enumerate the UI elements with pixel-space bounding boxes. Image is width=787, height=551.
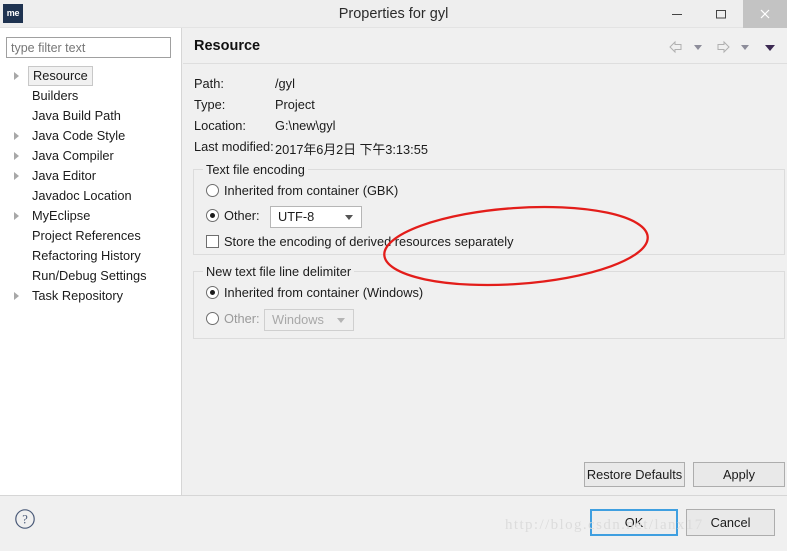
sidebar-item-java-compiler[interactable]: Java Compiler (0, 146, 182, 166)
text-file-encoding-group: Text file encoding Inherited from contai… (193, 162, 785, 255)
type-value: Project (275, 97, 315, 112)
expand-arrow-icon[interactable] (14, 132, 19, 140)
sidebar-item-java-build-path[interactable]: Java Build Path (0, 106, 182, 126)
encoding-combo[interactable]: UTF-8 (270, 206, 362, 228)
back-arrow-icon (669, 40, 682, 54)
text-file-encoding-group-title: Text file encoding (203, 162, 308, 177)
sidebar-item-label: MyEclipse (32, 208, 91, 223)
chevron-down-icon (345, 215, 353, 220)
checkbox-icon[interactable] (206, 235, 219, 248)
sidebar-item-label: Java Code Style (32, 128, 126, 143)
line-delimiter-group: New text file line delimiter Inherited f… (193, 264, 785, 339)
close-icon (760, 9, 770, 19)
type-label: Type: (194, 97, 226, 112)
delimiter-combo[interactable]: Windows (264, 309, 354, 331)
view-menu-icon (765, 45, 775, 51)
sidebar-item-label: Resource (28, 66, 93, 86)
restore-defaults-button[interactable]: Restore Defaults (584, 462, 685, 487)
back-button[interactable] (667, 39, 685, 60)
page-title: Resource (194, 38, 261, 54)
resource-page: Resource Path: /gyl Type: Project Locati… (183, 28, 787, 495)
forward-menu-button[interactable] (739, 39, 751, 60)
sidebar-item-myeclipse[interactable]: MyEclipse (0, 206, 182, 226)
forward-arrow-icon (717, 40, 730, 54)
minimize-icon (672, 14, 682, 15)
sidebar-item-project-references[interactable]: Project References (0, 226, 182, 246)
encoding-other-label: Other: (224, 208, 260, 223)
delimiter-combo-value: Windows (272, 312, 324, 327)
sidebar-item-refactoring-history[interactable]: Refactoring History (0, 246, 182, 266)
expand-arrow-icon[interactable] (14, 292, 19, 300)
sidebar-item-java-editor[interactable]: Java Editor (0, 166, 182, 186)
delimiter-inherited-label: Inherited from container (Windows) (224, 285, 424, 300)
sidebar-item-label: Javadoc Location (32, 188, 132, 203)
page-navigation (667, 39, 777, 59)
settings-tree-panel: Resource Builders Java Build Path Java C… (0, 28, 182, 495)
expand-arrow-icon[interactable] (14, 212, 19, 220)
ok-button[interactable]: OK (590, 509, 678, 536)
close-button[interactable] (743, 0, 787, 28)
sidebar-item-javadoc-location[interactable]: Javadoc Location (0, 186, 182, 206)
location-label: Location: (194, 118, 246, 133)
location-value: G:\new\gyl (275, 118, 336, 133)
expand-arrow-icon[interactable] (14, 152, 19, 160)
dialog-button-bar: ? OK Cancel (0, 496, 787, 551)
help-button[interactable]: ? (14, 508, 36, 530)
view-menu-button[interactable] (763, 39, 777, 60)
sidebar-item-label: Run/Debug Settings (32, 268, 147, 283)
delimiter-other-label: Other: (224, 311, 260, 326)
forward-button[interactable] (714, 39, 732, 60)
line-delimiter-group-title: New text file line delimiter (203, 264, 355, 279)
cancel-button[interactable]: Cancel (686, 509, 775, 536)
sidebar-item-label: Java Build Path (32, 108, 121, 123)
radio-icon[interactable] (206, 286, 219, 299)
sidebar-item-task-repository[interactable]: Task Repository (0, 286, 182, 306)
sidebar-item-run-debug-settings[interactable]: Run/Debug Settings (0, 266, 182, 286)
chevron-down-icon (740, 45, 749, 50)
path-value: /gyl (275, 76, 295, 91)
last-modified-label: Last modified: (194, 139, 274, 154)
maximize-button[interactable] (699, 0, 743, 28)
title-bar: me Properties for gyl (0, 0, 787, 28)
sidebar-item-label: Java Editor (32, 168, 97, 183)
chevron-down-icon (337, 318, 345, 323)
back-menu-button[interactable] (692, 39, 704, 60)
sidebar-item-label: Project References (32, 228, 141, 243)
sidebar-item-label: Task Repository (32, 288, 124, 303)
radio-icon[interactable] (206, 184, 219, 197)
sidebar-item-label: Java Compiler (32, 148, 114, 163)
radio-icon[interactable] (206, 312, 219, 325)
sidebar-item-label: Refactoring History (32, 248, 141, 263)
radio-icon[interactable] (206, 209, 219, 222)
sidebar-item-builders[interactable]: Builders (0, 86, 182, 106)
encoding-combo-value: UTF-8 (278, 209, 315, 224)
maximize-icon (716, 10, 726, 19)
sidebar-item-java-code-style[interactable]: Java Code Style (0, 126, 182, 146)
store-encoding-label: Store the encoding of derived resources … (224, 234, 514, 249)
chevron-down-icon (693, 45, 702, 50)
properties-dialog: me Properties for gyl Resource (0, 0, 787, 551)
filter-input[interactable] (6, 37, 171, 58)
last-modified-value: 2017年6月2日 下午3:13:55 (275, 142, 428, 157)
svg-text:?: ? (22, 513, 28, 527)
sidebar-item-resource[interactable]: Resource (0, 66, 182, 86)
apply-button[interactable]: Apply (693, 462, 785, 487)
help-icon: ? (15, 509, 35, 529)
expand-arrow-icon[interactable] (14, 72, 19, 80)
expand-arrow-icon[interactable] (14, 172, 19, 180)
path-label: Path: (194, 76, 224, 91)
minimize-button[interactable] (655, 0, 699, 28)
encoding-inherited-label: Inherited from container (GBK) (224, 183, 399, 198)
title-separator (183, 63, 787, 64)
sidebar-item-label: Builders (32, 88, 79, 103)
